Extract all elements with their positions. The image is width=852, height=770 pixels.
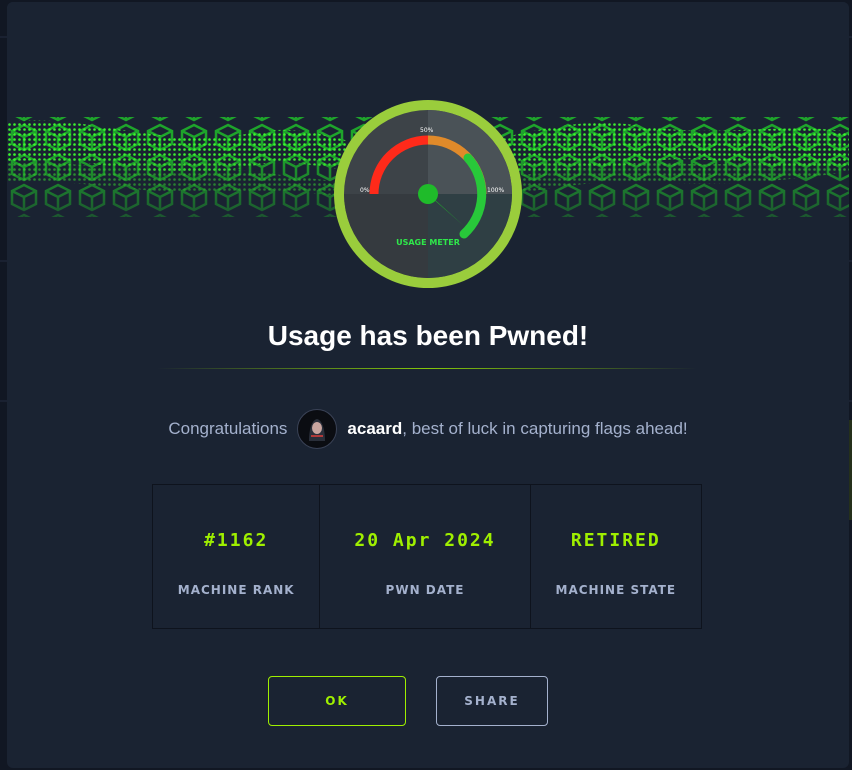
title-divider xyxy=(157,368,697,369)
page-title: Usage has been Pwned! xyxy=(267,320,589,351)
pwn-date-label: PWN DATE xyxy=(385,583,465,597)
gauge-tick-100: 100% xyxy=(487,187,504,194)
congrats-message: Congratulations acaard , best of luck in… xyxy=(7,407,849,451)
machine-state-label: MACHINE STATE xyxy=(555,583,677,597)
stat-pwn-date: 20 Apr 2024 PWN DATE xyxy=(320,485,531,628)
congrats-suffix: , best of luck in capturing flags ahead! xyxy=(402,419,688,438)
machine-rank-value: #1162 xyxy=(204,530,269,551)
congrats-prefix: Congratulations xyxy=(168,419,288,438)
machine-state-value: RETIRED xyxy=(570,530,661,551)
stats-panel: #1162 MACHINE RANK 20 Apr 2024 PWN DATE … xyxy=(152,484,702,629)
stat-machine-state: RETIRED MACHINE STATE xyxy=(531,485,701,628)
avatar-image xyxy=(299,411,336,447)
gauge-tick-50: 50% xyxy=(420,127,434,134)
pwn-date-value: 20 Apr 2024 xyxy=(354,530,496,551)
gauge-tick-0: 0% xyxy=(360,187,370,194)
stat-machine-rank: #1162 MACHINE RANK xyxy=(153,485,321,628)
avatar xyxy=(297,409,338,449)
machine-rank-label: MACHINE RANK xyxy=(177,583,295,597)
ok-button[interactable]: OK xyxy=(268,676,406,726)
share-button[interactable]: SHARE xyxy=(436,676,548,726)
gauge-label: USAGE METER xyxy=(396,238,460,247)
pwned-modal: 0% 50% 100% USAGE METER Usage has been P… xyxy=(7,2,849,768)
usage-meter-gauge: 0% 50% 100% USAGE METER xyxy=(334,100,522,288)
username: acaard xyxy=(347,419,403,438)
